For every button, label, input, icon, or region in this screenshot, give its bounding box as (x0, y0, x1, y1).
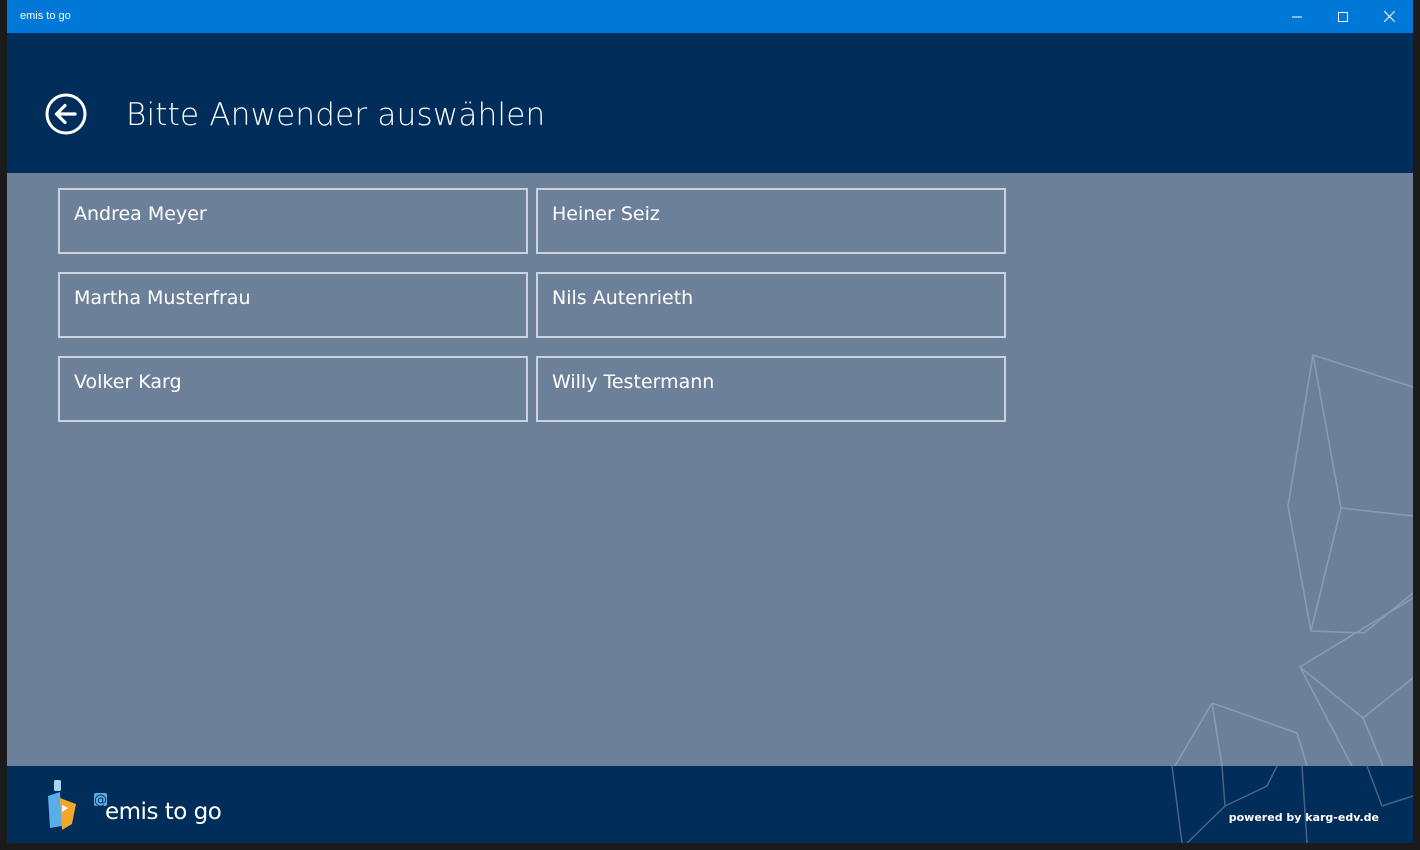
close-button[interactable] (1366, 0, 1412, 33)
emis-logo-icon: @ (48, 780, 107, 830)
maximize-icon (1338, 11, 1348, 22)
user-tile[interactable]: Willy Testermann (536, 356, 1006, 422)
user-tile[interactable]: Andrea Meyer (58, 188, 528, 254)
user-name: Heiner Seiz (552, 203, 660, 225)
user-name: Willy Testermann (552, 371, 715, 393)
user-name: Andrea Meyer (74, 203, 207, 225)
page-title: Bitte Anwender auswählen (126, 97, 546, 133)
user-tile[interactable]: Nils Autenrieth (536, 272, 1006, 338)
close-icon (1383, 11, 1395, 22)
page-header: Bitte Anwender auswählen (7, 33, 1413, 173)
minimize-icon (1292, 16, 1302, 17)
back-arrow-icon (45, 93, 87, 135)
footer-decoration (1171, 766, 1413, 843)
window-title: emis to go (20, 10, 71, 22)
user-tile[interactable]: Volker Karg (58, 356, 528, 422)
maximize-button[interactable] (1320, 0, 1366, 33)
title-bar: emis to go (7, 0, 1413, 33)
user-name: Volker Karg (74, 371, 182, 393)
user-tile[interactable]: Heiner Seiz (536, 188, 1006, 254)
user-tile[interactable]: Martha Musterfrau (58, 272, 528, 338)
footer: @ emis to go powered by karg-edv.de (7, 766, 1413, 843)
user-name: Martha Musterfrau (74, 287, 251, 309)
user-selection-area: Andrea Meyer Heiner Seiz Martha Musterfr… (7, 173, 1413, 766)
powered-by-text: powered by karg-edv.de (1228, 811, 1379, 824)
footer-app-name: emis to go (105, 799, 222, 825)
minimize-button[interactable] (1274, 0, 1320, 33)
user-name: Nils Autenrieth (552, 287, 694, 309)
background-decoration (1174, 353, 1413, 766)
app-window: emis to go Bitte Anwender auswählen Andr… (7, 0, 1413, 843)
back-button[interactable] (45, 93, 87, 135)
